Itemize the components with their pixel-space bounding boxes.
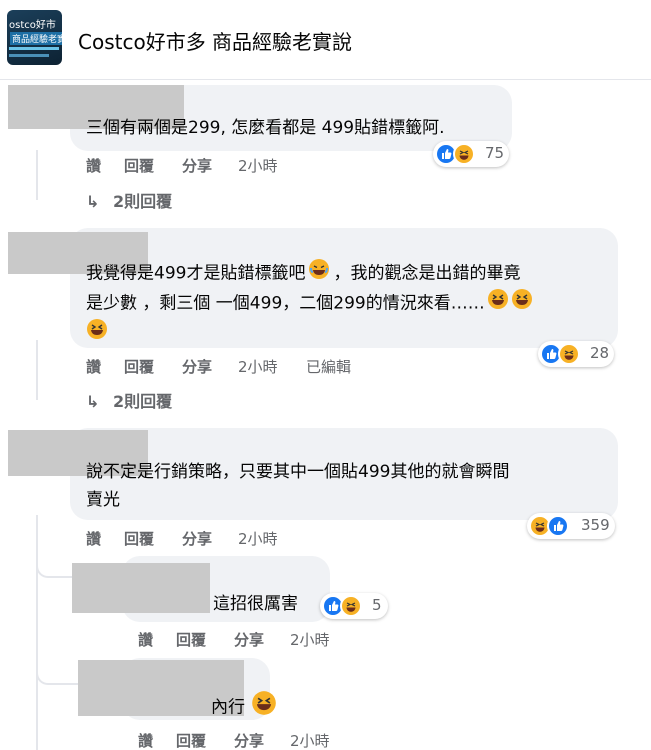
avatar-stripe-2: [9, 54, 49, 57]
share-button[interactable]: 分享: [182, 528, 212, 549]
thread-line: [36, 150, 38, 200]
reaction-summary[interactable]: 28: [538, 341, 614, 367]
like-button[interactable]: 讚: [138, 730, 153, 750]
reply-text-content: 內行: [211, 697, 245, 718]
laugh-cry-emoji-icon: [308, 258, 330, 289]
reply-button[interactable]: 回覆: [176, 730, 206, 750]
grin-squint-emoji-icon: [251, 690, 277, 725]
comment-actions: 讚 回覆 分享 2小時: [86, 528, 286, 550]
comment-text-part: 是少數 ，剩三個 一個499，二個299的情況來看……: [86, 293, 485, 314]
share-button[interactable]: 分享: [234, 629, 264, 650]
reply-actions: 讚 回覆 分享 2小時: [138, 730, 338, 750]
timestamp[interactable]: 2小時: [238, 528, 278, 549]
view-replies-link[interactable]: ↳ 2則回覆: [86, 388, 172, 412]
like-button[interactable]: 讚: [86, 356, 101, 377]
comment-text: 三個有兩個是299, 怎麼看都是 499貼錯標籤阿.: [86, 118, 445, 138]
avatar-text-1: ostco好市: [9, 20, 56, 31]
timestamp[interactable]: 2小時: [290, 730, 330, 750]
avatar-stripe-1: [9, 47, 59, 50]
reply-text: 內行: [211, 690, 277, 725]
reaction-count: 75: [485, 144, 505, 162]
group-avatar[interactable]: ostco好市 商品經驗老實: [7, 10, 62, 65]
reaction-summary[interactable]: 75: [433, 141, 509, 167]
share-button[interactable]: 分享: [234, 730, 264, 750]
replies-count-label: 2則回覆: [112, 192, 173, 211]
like-reaction-icon: [547, 515, 569, 537]
comment-text-line3: [86, 318, 108, 349]
haha-reaction-icon: [453, 143, 475, 165]
comment-actions: 讚 回覆 分享 2小時 已編輯: [86, 356, 376, 378]
like-button[interactable]: 讚: [86, 155, 101, 176]
reaction-summary[interactable]: 5: [320, 593, 388, 619]
reply-button[interactable]: 回覆: [176, 629, 206, 650]
avatar-text-2: 商品經驗老實: [10, 32, 62, 45]
group-title[interactable]: Costco好市多 商品經驗老實說: [78, 26, 352, 55]
redacted-author: [72, 563, 210, 613]
reply-button[interactable]: 回覆: [124, 356, 154, 377]
share-button[interactable]: 分享: [182, 356, 212, 377]
view-replies-link[interactable]: ↳ 2則回覆: [86, 188, 172, 212]
haha-reaction-icon: [558, 343, 580, 365]
timestamp[interactable]: 2小時: [238, 356, 278, 377]
edited-label: 已編輯: [306, 358, 352, 376]
thread-line: [36, 340, 38, 400]
replies-count-label: 2則回覆: [112, 392, 173, 411]
reply-actions: 讚 回覆 分享 2小時: [138, 629, 338, 651]
grin-squint-emoji-icon: [86, 318, 108, 349]
like-button[interactable]: 讚: [138, 629, 153, 650]
comment-actions: 讚 回覆 分享 2小時: [86, 155, 286, 177]
timestamp[interactable]: 2小時: [238, 155, 278, 176]
reply-arrow-icon: ↳: [86, 392, 100, 411]
group-header: ostco好市 商品經驗老實 Costco好市多 商品經驗老實說: [0, 0, 651, 80]
reaction-count: 359: [581, 516, 610, 534]
reply-button[interactable]: 回覆: [124, 528, 154, 549]
like-button[interactable]: 讚: [86, 528, 101, 549]
comment-text-line2: 是少數 ，剩三個 一個499，二個299的情況來看……: [86, 288, 533, 319]
reaction-summary[interactable]: 359: [527, 513, 615, 539]
haha-reaction-icon: [340, 595, 362, 617]
comment-text-line1: 我覺得是499才是貼錯標籤吧 ，我的觀念是出錯的畢竟: [86, 258, 520, 289]
comment-text-part: 我覺得是499才是貼錯標籤吧: [86, 263, 306, 284]
reply-text: 這招很厲害: [213, 594, 298, 614]
grin-squint-emoji-icon: [511, 288, 533, 319]
reaction-count: 5: [372, 596, 382, 614]
reply-arrow-icon: ↳: [86, 192, 100, 211]
comment-text-line2: 賣光: [86, 490, 120, 510]
comment-text-line1: 說不定是行銷策略，只要其中一個貼499其他的就會瞬間: [86, 462, 510, 482]
grin-squint-emoji-icon: [487, 288, 509, 319]
thread-hook: [36, 655, 80, 685]
reply-button[interactable]: 回覆: [124, 155, 154, 176]
share-button[interactable]: 分享: [182, 155, 212, 176]
timestamp[interactable]: 2小時: [290, 629, 330, 650]
reaction-count: 28: [590, 344, 610, 362]
comment-text-part: ，我的觀念是出錯的畢竟: [333, 263, 521, 284]
